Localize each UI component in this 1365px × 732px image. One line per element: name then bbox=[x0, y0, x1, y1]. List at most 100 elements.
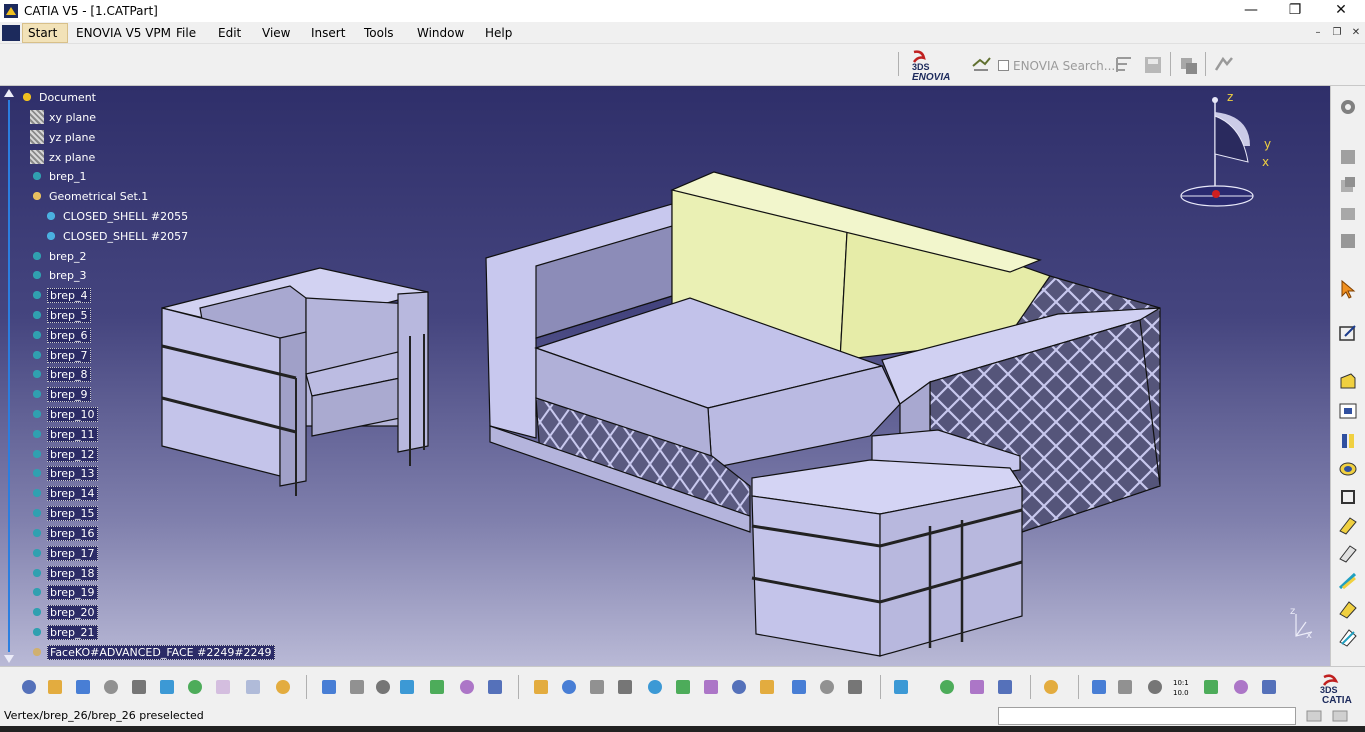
menu-insert[interactable]: Insert bbox=[311, 26, 345, 40]
menu-help[interactable]: Help bbox=[485, 26, 512, 40]
tree-node[interactable]: brep_14 bbox=[30, 484, 98, 502]
quick-view-icon[interactable] bbox=[728, 676, 750, 698]
enovia-search-checkbox[interactable] bbox=[998, 60, 1009, 71]
rotate-icon[interactable] bbox=[614, 676, 636, 698]
measure-icon[interactable] bbox=[484, 676, 506, 698]
tree-node[interactable]: brep_1 bbox=[30, 167, 89, 185]
print-icon[interactable] bbox=[100, 676, 122, 698]
pan-icon[interactable] bbox=[586, 676, 608, 698]
part-design-icon[interactable] bbox=[1337, 146, 1359, 168]
minimize-button[interactable]: — bbox=[1228, 0, 1274, 22]
tree-node[interactable]: brep_18 bbox=[30, 564, 98, 582]
sketcher-icon[interactable] bbox=[1337, 322, 1359, 344]
measure-between-icon[interactable] bbox=[890, 676, 912, 698]
more-tools-icon[interactable] bbox=[1258, 676, 1280, 698]
tree-node[interactable]: brep_21 bbox=[30, 623, 98, 641]
dress-up-icon[interactable] bbox=[1337, 202, 1359, 224]
pocket-icon[interactable] bbox=[1337, 400, 1359, 422]
tree-scrollbar[interactable] bbox=[2, 86, 16, 666]
close-button[interactable]: ✕ bbox=[1318, 0, 1364, 22]
tree-node[interactable]: brep_13 bbox=[30, 464, 98, 482]
multi-section-icon[interactable] bbox=[1337, 542, 1359, 564]
command-shortcut-icon[interactable] bbox=[1304, 708, 1324, 724]
pad-icon[interactable] bbox=[1337, 370, 1359, 392]
zoom-in-icon[interactable] bbox=[644, 676, 666, 698]
rib-icon[interactable] bbox=[1337, 486, 1359, 508]
hand-icon[interactable] bbox=[1114, 676, 1136, 698]
fly-mode-icon[interactable] bbox=[530, 676, 552, 698]
open-file-icon[interactable] bbox=[44, 676, 66, 698]
enovia-logo-icon[interactable]: 3DS ENOVIA bbox=[906, 48, 960, 82]
doc-minimize-button[interactable]: – bbox=[1311, 27, 1325, 41]
remove-face-icon[interactable] bbox=[1337, 626, 1359, 648]
whats-this-icon[interactable] bbox=[272, 676, 294, 698]
create-pad-icon[interactable] bbox=[844, 676, 866, 698]
tree-node[interactable]: zx plane bbox=[30, 148, 97, 166]
enovia-collaborate-icon[interactable] bbox=[1178, 54, 1200, 76]
transform-icon[interactable] bbox=[1337, 230, 1359, 252]
paste-icon[interactable] bbox=[184, 676, 206, 698]
table-icon[interactable] bbox=[396, 676, 418, 698]
zoom-out-icon[interactable] bbox=[672, 676, 694, 698]
tree-node[interactable]: Geometrical Set.1 bbox=[30, 187, 150, 205]
tree-node[interactable]: Document bbox=[20, 88, 98, 106]
layers-icon[interactable] bbox=[1200, 676, 1222, 698]
thickness-icon[interactable] bbox=[1337, 598, 1359, 620]
tree-node[interactable]: CLOSED_SHELL #2057 bbox=[44, 227, 190, 245]
specification-tree[interactable]: Document xy plane yz plane zx plane brep_1 Ge… bbox=[0, 86, 300, 666]
menu-view[interactable]: View bbox=[262, 26, 290, 40]
tree-node[interactable]: brep_17 bbox=[30, 544, 98, 562]
tree-node[interactable]: brep_3 bbox=[30, 266, 89, 284]
enovia-search-label[interactable]: ENOVIA Search... bbox=[1013, 59, 1115, 73]
tree-node[interactable]: brep_8 bbox=[30, 365, 91, 383]
refresh-icon[interactable] bbox=[1088, 676, 1110, 698]
hide-show-icon[interactable] bbox=[788, 676, 810, 698]
catalog-icon[interactable] bbox=[456, 676, 478, 698]
fit-all-icon[interactable] bbox=[558, 676, 580, 698]
power-input-field[interactable] bbox=[998, 707, 1296, 725]
cut-icon[interactable] bbox=[128, 676, 150, 698]
menu-window[interactable]: Window bbox=[417, 26, 464, 40]
parameter-icon[interactable] bbox=[372, 676, 394, 698]
menu-start[interactable]: Start bbox=[28, 26, 57, 40]
doc-close-button[interactable]: ✕ bbox=[1349, 27, 1363, 41]
hole-icon[interactable] bbox=[1337, 458, 1359, 480]
tree-node[interactable]: brep_19 bbox=[30, 583, 98, 601]
graph-tree-icon[interactable] bbox=[426, 676, 448, 698]
stiffener-icon[interactable] bbox=[1337, 514, 1359, 536]
compass-widget[interactable]: z y x bbox=[1180, 90, 1271, 207]
undo-icon[interactable] bbox=[212, 676, 234, 698]
swap-space-icon[interactable] bbox=[816, 676, 838, 698]
enovia-tree-icon[interactable] bbox=[1113, 54, 1135, 76]
tree-node[interactable]: brep_15 bbox=[30, 504, 98, 522]
new-file-icon[interactable] bbox=[18, 676, 40, 698]
normal-view-icon[interactable] bbox=[700, 676, 722, 698]
zoom-ratio-icon[interactable]: 10:1 10.0 bbox=[1172, 676, 1194, 698]
3d-viewport[interactable]: z y x z x Document xy plane yz plane zx pla… bbox=[0, 86, 1330, 666]
inertia-icon[interactable] bbox=[966, 676, 988, 698]
tree-node[interactable]: yz plane bbox=[30, 128, 97, 146]
measure-item-icon[interactable] bbox=[936, 676, 958, 698]
tree-node[interactable]: brep_16 bbox=[30, 524, 98, 542]
tree-node[interactable]: brep_11 bbox=[30, 425, 98, 443]
tree-node[interactable]: FaceKO#ADVANCED_FACE #2249#2249 bbox=[30, 643, 275, 661]
select-arrow-icon[interactable] bbox=[1337, 278, 1359, 300]
save-icon[interactable] bbox=[72, 676, 94, 698]
doc-restore-button[interactable]: ❐ bbox=[1330, 27, 1344, 41]
tree-node[interactable]: brep_7 bbox=[30, 346, 91, 364]
menu-tools[interactable]: Tools bbox=[364, 26, 394, 40]
enovia-sync-icon[interactable] bbox=[1213, 54, 1235, 76]
redo-icon[interactable] bbox=[242, 676, 264, 698]
sketch-based-icon[interactable] bbox=[1337, 174, 1359, 196]
knowledge-icon[interactable] bbox=[346, 676, 368, 698]
tree-node[interactable]: brep_5 bbox=[30, 306, 91, 324]
tree-node[interactable]: brep_20 bbox=[30, 603, 98, 621]
enovia-save-icon[interactable] bbox=[1142, 54, 1164, 76]
tree-node[interactable]: brep_4 bbox=[30, 286, 91, 304]
sofa-model[interactable] bbox=[485, 171, 1161, 657]
tree-node[interactable]: brep_6 bbox=[30, 326, 91, 344]
apply-material-icon[interactable] bbox=[994, 676, 1016, 698]
copy-icon[interactable] bbox=[156, 676, 178, 698]
settings-gear-icon[interactable] bbox=[1337, 96, 1359, 118]
catia-menu-logo-icon[interactable] bbox=[2, 25, 20, 41]
